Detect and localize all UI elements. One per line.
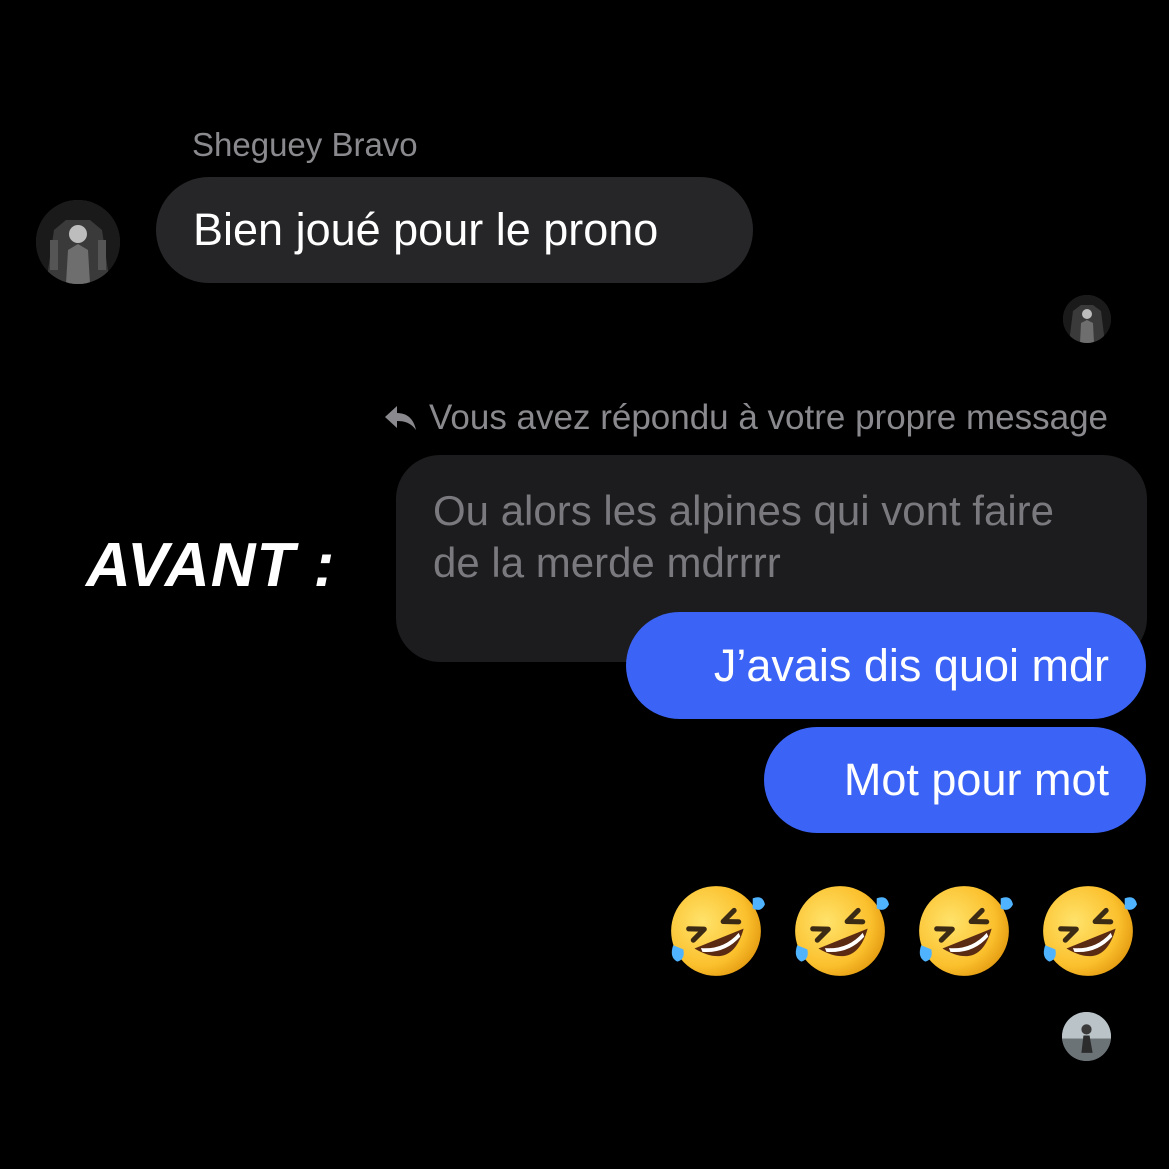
quoted-message-line-2: de la merde mdrrrr xyxy=(433,539,781,586)
reply-notice-text: Vous avez répondu à votre propre message xyxy=(428,398,1108,437)
sender-avatar[interactable] xyxy=(36,200,120,284)
rolling-on-the-floor-laughing-emoji-icon xyxy=(665,880,767,982)
reply-notice: Vous avez répondu à votre propre message xyxy=(383,398,1108,438)
avant-overlay-label: AVANT : xyxy=(86,531,336,600)
avatar-photo-icon xyxy=(1062,1012,1111,1061)
outgoing-message-text: J’avais dis quoi mdr xyxy=(713,640,1109,691)
quoted-message-line-1: Ou alors les alpines qui vont faire xyxy=(433,487,1054,534)
sender-name: Sheguey Bravo xyxy=(192,126,418,163)
seen-avatar xyxy=(1062,1012,1111,1061)
emoji-message[interactable] xyxy=(665,880,1139,982)
read-receipt-avatar xyxy=(1063,295,1111,343)
outgoing-message-text: Mot pour mot xyxy=(843,754,1109,805)
avatar-photo-icon xyxy=(1063,295,1111,343)
rolling-on-the-floor-laughing-emoji-icon xyxy=(789,880,891,982)
rolling-on-the-floor-laughing-emoji-icon xyxy=(1037,880,1139,982)
reply-arrow-icon xyxy=(384,406,416,430)
rolling-on-the-floor-laughing-emoji-icon xyxy=(913,880,1015,982)
outgoing-message-bubble[interactable]: J’avais dis quoi mdr xyxy=(626,612,1146,719)
incoming-message-bubble[interactable]: Bien joué pour le prono xyxy=(156,177,753,283)
incoming-message-text: Bien joué pour le prono xyxy=(193,204,659,255)
outgoing-message-bubble[interactable]: Mot pour mot xyxy=(764,727,1146,833)
avatar-photo-icon xyxy=(36,200,120,284)
